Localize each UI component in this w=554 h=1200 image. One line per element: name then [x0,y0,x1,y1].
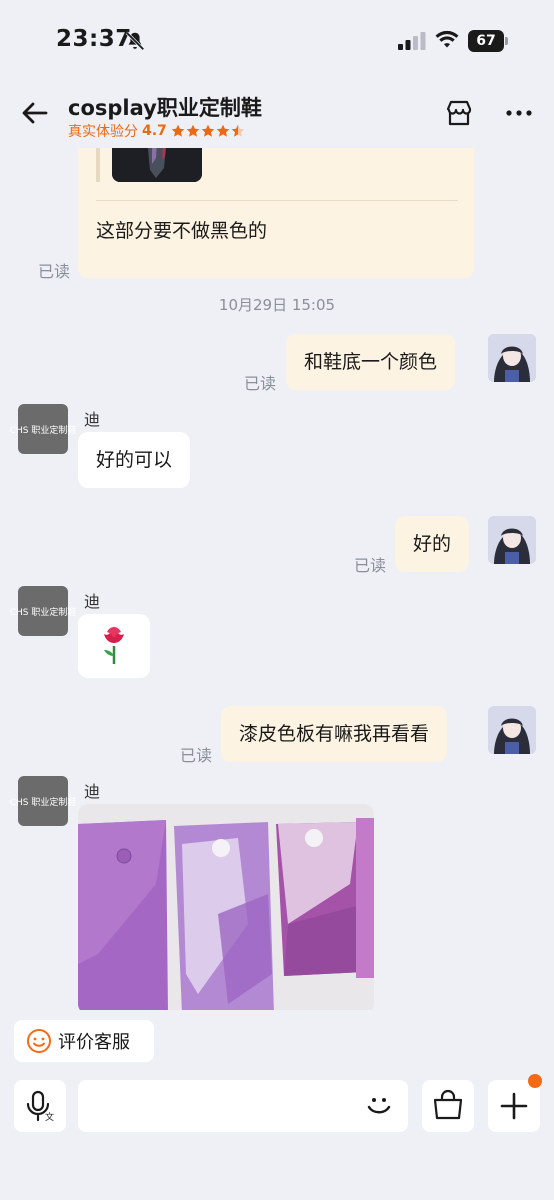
shop-avatar[interactable]: CHS 职业定制鞋 [10,776,76,826]
message-input[interactable] [78,1080,408,1132]
notification-dot [528,1074,542,1088]
star-icon [186,124,200,137]
clock: 23:37 [56,26,132,52]
rose-sticker[interactable] [78,614,150,678]
patent-leather-swatch-photo[interactable] [78,804,374,1010]
star-icon [201,124,215,137]
wifi-icon [435,30,459,48]
order-button[interactable] [422,1080,474,1132]
battery-level: 67 [468,30,504,52]
signal-icon [398,32,426,50]
quoted-message[interactable]: 这部分要不做黑色的 [78,148,474,278]
shop-title[interactable]: cosplay职业定制鞋 [68,92,262,122]
shopping-bag-icon [433,1089,463,1120]
voice-input-button[interactable]: 文 [14,1080,66,1132]
microphone-icon: 文 [26,1090,54,1123]
shop-avatar[interactable]: CHS 职业定制鞋 [10,586,76,636]
message-bubble-mine[interactable]: 漆皮色板有嘛我再看看 [221,706,448,762]
svg-text:文: 文 [45,1111,54,1123]
star-icon [231,124,245,137]
message-timestamp: 10月29日 15:05 [218,296,336,314]
more-actions-button[interactable] [488,1074,542,1132]
message-bubble-shop[interactable]: 好的可以 [78,432,191,488]
message-bubble-mine[interactable]: 和鞋底一个颜色 [286,334,456,390]
store-icon[interactable] [444,98,474,128]
sender-name: 迪 [84,410,101,429]
emoji-icon[interactable] [364,1090,394,1120]
smiley-icon [27,1029,51,1053]
rating-label: 真实体验分 [68,124,138,140]
read-status: 已读 [244,374,277,393]
back-arrow-icon[interactable] [18,96,52,130]
sender-name: 迪 [84,592,101,611]
rating-row: 真实体验分 4.7 [68,121,246,141]
bell-muted-icon [125,31,145,51]
rate-service-label: 评价客服 [58,1032,130,1053]
more-icon[interactable] [504,98,534,128]
battery-indicator: 67 [468,30,508,52]
rating-score: 4.7 [142,123,167,139]
my-avatar[interactable] [488,334,536,382]
read-status: 已读 [180,746,213,765]
rating-stars [171,124,246,138]
star-icon [216,124,230,137]
star-icon [171,124,185,137]
shop-avatar[interactable]: CHS 职业定制鞋 [10,404,76,454]
plus-icon [500,1092,528,1120]
rose-icon [104,627,124,664]
chat-history[interactable]: 这部分要不做黑色的 已读 10月29日 15:05 已读 和鞋底一个颜色 CHS… [0,148,554,1010]
sender-name: 迪 [84,782,101,801]
message-bubble-mine[interactable]: 好的 [395,516,470,572]
read-status: 已读 [354,556,387,575]
status-bar: 23:37 67 [0,0,554,86]
read-status: 已读 [38,262,71,281]
my-avatar[interactable] [488,516,536,564]
quoted-image-thumbnail[interactable] [112,148,202,182]
rate-service-button[interactable]: 评价客服 [14,1020,154,1062]
my-avatar[interactable] [488,706,536,754]
quoted-reply-text: 这部分要不做黑色的 [96,220,268,242]
chat-header: cosplay职业定制鞋 真实体验分 4.7 [0,86,554,148]
